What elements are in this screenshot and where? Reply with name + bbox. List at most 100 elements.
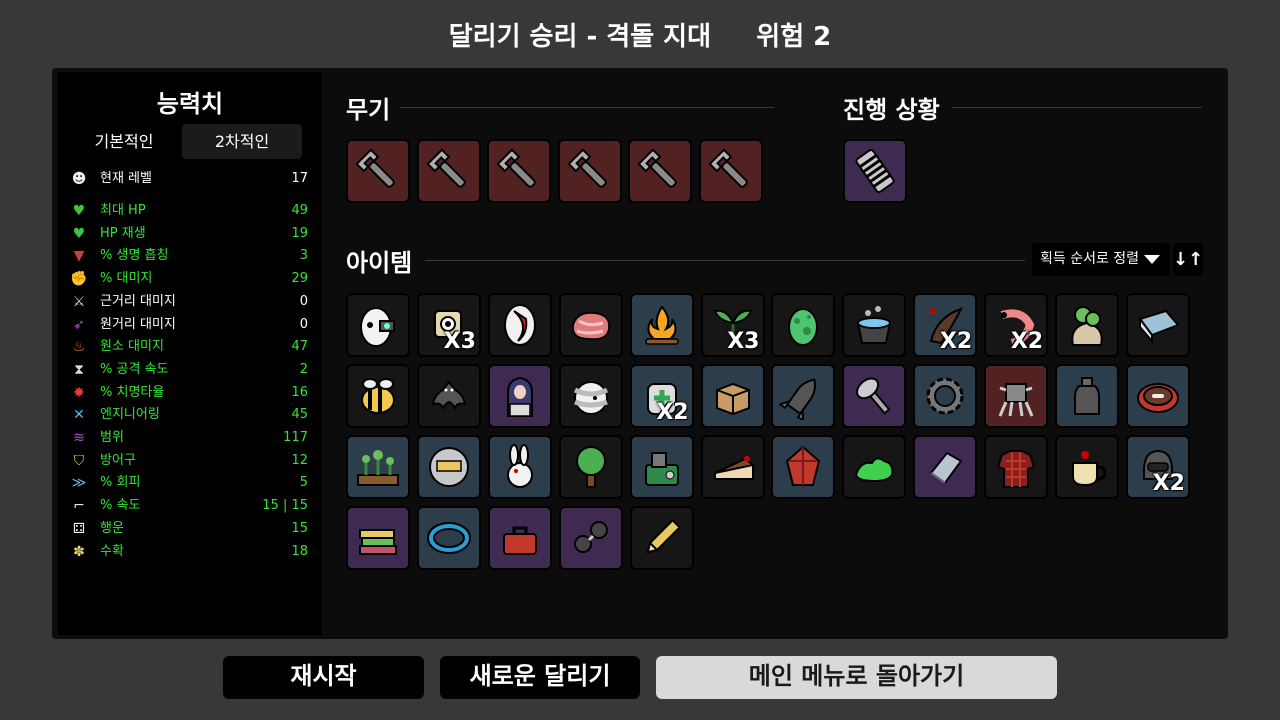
item-slot[interactable]: X2 [629, 364, 694, 428]
item-slot[interactable] [558, 506, 623, 570]
stat-row: ➶ 원거리 대미지 0 [70, 314, 308, 336]
stat-row: ✕ 엔지니어링 45 [70, 404, 308, 426]
item-slot[interactable] [842, 364, 907, 428]
stat-value: 0 [299, 293, 308, 309]
item-count: X3 [727, 329, 760, 354]
item-slot[interactable] [771, 364, 836, 428]
item-slot[interactable] [1055, 364, 1119, 428]
item-slot[interactable] [698, 139, 763, 203]
item-slot[interactable] [558, 364, 623, 428]
item-slot[interactable] [487, 364, 552, 428]
stat-label: 원소 대미지 [100, 339, 164, 355]
stat-value: 2 [299, 361, 308, 377]
item-slot[interactable] [1125, 293, 1190, 357]
stat-label: % 치명타율 [100, 384, 165, 400]
brain-icon: ☻ [71, 171, 87, 187]
stat-label: 엔지니어링 [100, 407, 160, 423]
item-slot[interactable] [416, 139, 481, 203]
tab-primary[interactable]: 기본적인 [64, 124, 184, 159]
stat-value: 49 [291, 203, 308, 218]
item-slot[interactable] [346, 293, 410, 357]
stat-row: ⧗ % 공격 속도 2 [70, 359, 308, 381]
item-slot[interactable] [842, 293, 907, 357]
item-slot[interactable] [700, 435, 765, 499]
stat-label: 최대 HP [100, 203, 146, 218]
stat-label: % 공격 속도 [100, 361, 169, 377]
item-slot[interactable] [771, 293, 836, 357]
item-slot[interactable] [984, 364, 1049, 428]
sword-icon: ⚔ [72, 293, 86, 310]
item-slot[interactable] [346, 364, 410, 428]
stat-row: ♨ 원소 대미지 47 [70, 336, 308, 358]
item-slot[interactable] [842, 435, 907, 499]
shield-icon: ⛉ [73, 452, 85, 469]
weapons-title: 무기 [346, 96, 391, 124]
items-divider [425, 260, 1025, 261]
item-slot[interactable] [416, 435, 481, 499]
item-slot[interactable] [558, 435, 623, 499]
tab-secondary[interactable]: 2차적인 [182, 124, 302, 159]
stat-value: 16 [291, 384, 308, 400]
item-slot[interactable]: X3 [416, 293, 481, 357]
item-slot[interactable] [1125, 364, 1190, 428]
arm-icon: ✊ [70, 271, 88, 288]
stat-label: % 대미지 [100, 271, 153, 287]
crit-icon: ✸ [73, 384, 85, 401]
item-slot[interactable] [628, 139, 692, 203]
restart-button[interactable]: 재시작 [223, 656, 424, 699]
page-title: 달리기 승리 - 격돌 지대 위험 2 [448, 22, 832, 52]
item-slot[interactable] [629, 506, 694, 570]
item-slot[interactable] [487, 139, 551, 203]
sort-direction-icon: ↓↑ [1173, 249, 1204, 270]
stat-value: 5 [299, 475, 308, 491]
item-slot[interactable] [557, 139, 622, 203]
chevron-down-icon [1144, 255, 1160, 264]
bow-icon: ➶ [73, 316, 85, 333]
item-slot[interactable] [1055, 293, 1119, 357]
stat-label: HP 재생 [100, 225, 146, 241]
item-slot[interactable] [416, 506, 481, 570]
main-menu-button[interactable]: 메인 메뉴로 돌아가기 [656, 656, 1057, 699]
item-slot[interactable] [346, 139, 410, 203]
item-slot[interactable] [629, 293, 694, 357]
item-slot[interactable] [913, 435, 978, 499]
stats-panel: 능력치 기본적인 2차적인 ☻ 현재 레벨 17 ♥ 최대 HP 49 ♥ HP 재생 19 ▼%… [58, 72, 322, 635]
heart-icon: ♥ [72, 203, 86, 219]
item-slot[interactable] [487, 435, 552, 499]
item-slot[interactable] [700, 364, 765, 428]
new-run-button[interactable]: 새로운 달리기 [440, 656, 640, 699]
stat-value: 45 [291, 407, 308, 423]
item-slot[interactable]: X3 [700, 293, 765, 357]
stat-label: % 회피 [100, 475, 141, 491]
item-slot[interactable]: X2 [984, 293, 1049, 357]
item-slot[interactable] [487, 506, 552, 570]
item-slot[interactable] [771, 435, 836, 499]
stat-label: 방어구 [100, 452, 136, 468]
item-slot[interactable] [346, 435, 410, 499]
item-slot[interactable] [984, 435, 1049, 499]
progress-title: 진행 상황 [843, 96, 940, 124]
item-slot[interactable] [1055, 435, 1119, 499]
progress-divider [952, 107, 1202, 108]
item-slot[interactable]: X2 [913, 293, 978, 357]
sort-direction-button[interactable]: ↓↑ [1173, 243, 1203, 276]
item-slot[interactable] [629, 435, 694, 499]
item-slot[interactable]: X2 [1125, 435, 1190, 499]
item-slot[interactable] [346, 506, 410, 570]
stat-label: % 생명 흡칭 [100, 248, 169, 264]
item-slot[interactable] [558, 293, 623, 357]
sort-dropdown[interactable]: 획득 순서로 정렬 [1032, 243, 1170, 276]
stat-label: 행운 [100, 520, 124, 536]
item-slot[interactable] [416, 364, 481, 428]
item-count: X2 [656, 400, 689, 425]
wrench-icon: ✕ [73, 407, 85, 424]
item-slot[interactable] [843, 139, 907, 203]
stat-row: ≋ 범위 117 [70, 427, 308, 449]
item-slot[interactable] [913, 364, 978, 428]
item-slot[interactable] [487, 293, 552, 357]
stat-value: 15 [291, 520, 308, 536]
item-count: X2 [939, 329, 973, 354]
boot-icon: ⌐ [73, 498, 85, 515]
stat-value: 19 [291, 225, 308, 241]
sort-dropdown-label: 획득 순서로 정렬 [1040, 251, 1140, 267]
